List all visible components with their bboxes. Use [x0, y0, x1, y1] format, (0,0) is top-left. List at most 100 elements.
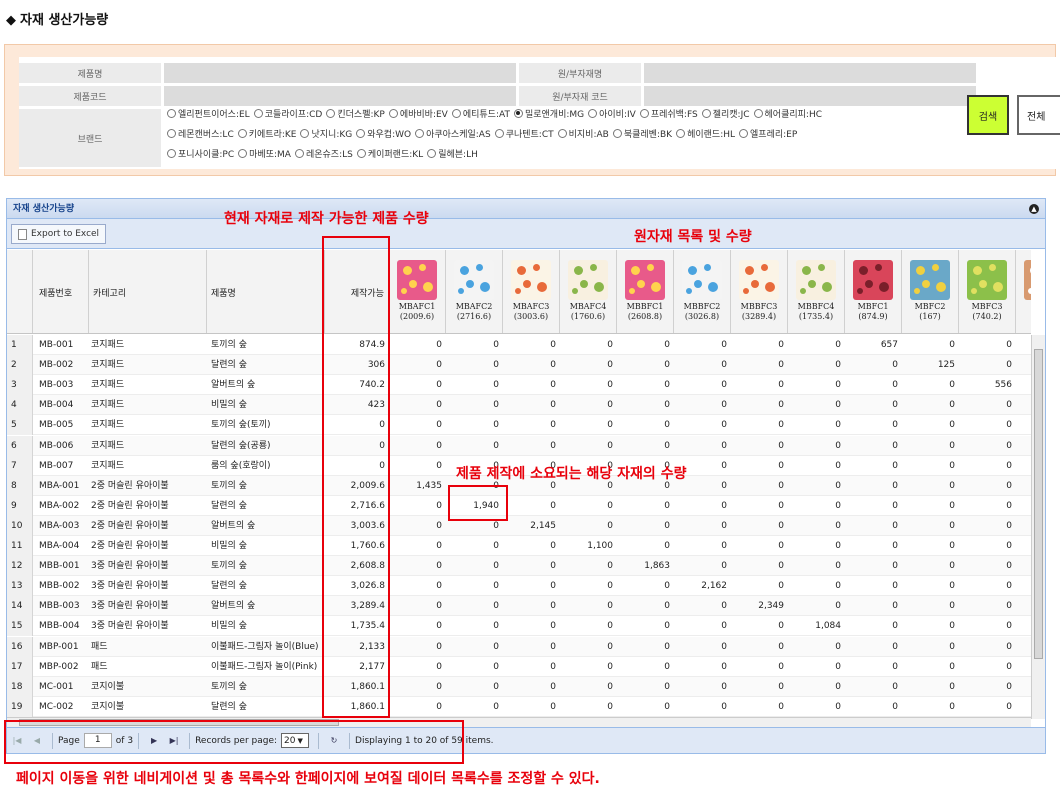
- radio-icon[interactable]: [701, 108, 711, 118]
- radio-icon[interactable]: [676, 128, 686, 138]
- table-row[interactable]: 16 MBP-001 패드 이불패드-그림자 놀이(Blue) 2,133 0 0 0 0 0 0 0…: [7, 637, 1031, 657]
- radio-icon[interactable]: [237, 128, 247, 138]
- collapse-icon[interactable]: ▲: [1029, 204, 1039, 214]
- radio-icon[interactable]: [415, 128, 425, 138]
- material-name-input[interactable]: [644, 63, 976, 83]
- column-header-material[interactable]: MBBFC3 (3289.4): [731, 250, 788, 333]
- export-excel-button[interactable]: Export to Excel: [11, 224, 107, 244]
- brand-radio-option[interactable]: 프레쉬백:FS: [639, 107, 698, 120]
- column-header-material[interactable]: MBFC1 (874.9): [845, 250, 902, 333]
- brand-radio-option[interactable]: 릴헤븐:LH: [427, 147, 478, 160]
- cell-material-qty: 0: [607, 662, 613, 672]
- table-row[interactable]: 3 MB-003 코지패드 알버트의 숲 740.2 0 0 0 0 0 0 0 0 0 0 556: [7, 375, 1031, 395]
- vertical-scroll-thumb[interactable]: [1034, 349, 1043, 659]
- radio-icon[interactable]: [253, 108, 263, 118]
- brand-radio-option[interactable]: 쿠나텐트:CT: [494, 127, 554, 140]
- brand-radio-option[interactable]: 레몬캔버스:LC: [167, 127, 234, 140]
- table-row[interactable]: 4 MB-004 코지패드 비밀의 숲 423 0 0 0 0 0 0 0 0 0 0 0: [7, 395, 1031, 415]
- radio-icon[interactable]: [639, 108, 649, 118]
- highlight-consume-cell: [448, 485, 508, 521]
- table-row[interactable]: 18 MC-001 코지이불 토끼의 숲 1,860.1 0 0 0 0 0 0 0 0 0 0 0: [7, 677, 1031, 697]
- brand-radio-option[interactable]: 에바비바:EV: [388, 107, 448, 120]
- table-row[interactable]: 9 MBA-002 2중 머슬린 유아이불 달련의 숲 2,716.6 0 1,940 0 0 0…: [7, 496, 1031, 516]
- vertical-scrollbar[interactable]: [1031, 335, 1045, 719]
- column-header-material[interactable]: MBAFC2 (2716.6): [446, 250, 503, 333]
- column-header-material[interactable]: MBAFC4 (1760.6): [560, 250, 617, 333]
- radio-icon[interactable]: [238, 148, 248, 158]
- table-row[interactable]: 5 MB-005 코지패드 토끼의 숲(토끼) 0 0 0 0 0 0 0 0 0 0 0 0: [7, 415, 1031, 435]
- table-row[interactable]: 15 MBB-004 3중 머슬린 유아이불 비밀의 숲 1,735.4 0 0 0 0 0 0 0 1…: [7, 616, 1031, 636]
- table-row[interactable]: 1 MB-001 코지패드 토끼의 숲 874.9 0 0 0 0 0 0 0 0 657 0 0: [7, 335, 1031, 355]
- radio-icon[interactable]: [388, 108, 398, 118]
- table-row[interactable]: 11 MBA-004 2중 머슬린 유아이불 비밀의 숲 1,760.6 0 0 0 1,100…: [7, 536, 1031, 556]
- brand-radio-option[interactable]: 헤어클리피:HC: [753, 107, 822, 120]
- column-header-material[interactable]: MBBFC4 (1735.4): [788, 250, 845, 333]
- radio-icon[interactable]: [326, 108, 336, 118]
- radio-icon[interactable]: [167, 108, 176, 118]
- radio-icon[interactable]: [753, 108, 763, 118]
- radio-icon[interactable]: [588, 108, 598, 118]
- column-header-category[interactable]: 카테고리: [89, 250, 207, 333]
- brand-radio-option[interactable]: 마베또:MA: [238, 147, 291, 160]
- brand-radio-option[interactable]: 킨더스펠:KP: [326, 107, 385, 120]
- table-row[interactable]: 14 MBB-003 3중 머슬린 유아이불 알버트의 숲 3,289.4 0 0 0 0 0 0 2…: [7, 596, 1031, 616]
- table-row[interactable]: 19 MC-002 코지이불 달련의 숲 1,860.1 0 0 0 0 0 0 0 0 0 0 0: [7, 697, 1031, 717]
- product-name-input[interactable]: [164, 63, 516, 83]
- column-header-material[interactable]: MBBFC1 (2608.8): [617, 250, 674, 333]
- cell-category: 3중 머슬린 유아이불: [91, 581, 169, 591]
- fabric-swatch-image: [682, 260, 722, 300]
- cell-material-qty: 0: [892, 380, 898, 390]
- cell-material-qty: 0: [949, 420, 955, 430]
- brand-radio-option[interactable]: 아쿠아스케일:AS: [415, 127, 491, 140]
- brand-radio-option[interactable]: 엘프레리:EP: [739, 127, 797, 140]
- brand-radio-option[interactable]: 키에트라:KE: [237, 127, 296, 140]
- fabric-swatch-image: [454, 260, 494, 300]
- radio-icon[interactable]: [356, 148, 366, 158]
- brand-radio-option[interactable]: 젤리캣:JC: [701, 107, 750, 120]
- table-row[interactable]: 6 MB-006 코지패드 달련의 숲(공룡) 0 0 0 0 0 0 0 0 0 0 0 0: [7, 436, 1031, 456]
- brand-radio-option[interactable]: 헤이랜드:HL: [676, 127, 735, 140]
- brand-radio-option[interactable]: 와우컵:WO: [356, 127, 411, 140]
- brand-radio-option[interactable]: 레온슈즈:LS: [294, 147, 353, 160]
- radio-icon[interactable]: [167, 128, 176, 138]
- radio-icon[interactable]: [167, 148, 176, 158]
- column-header-material[interactable]: MBFC3 (740.2): [959, 250, 1016, 333]
- column-header-material[interactable]: MBAFC1 (2009.6): [389, 250, 446, 333]
- column-header-material[interactable]: MBBFC2 (3026.8): [674, 250, 731, 333]
- cell-material-qty: 0: [721, 702, 727, 712]
- table-row[interactable]: 13 MBB-002 3중 머슬린 유아이불 달련의 숲 3,026.8 0 0 0 0 0 2,1…: [7, 576, 1031, 596]
- brand-radio-option[interactable]: 포니사이클:PC: [167, 147, 234, 160]
- radio-icon[interactable]: [739, 128, 749, 138]
- radio-icon[interactable]: [300, 128, 310, 138]
- brand-radio-option[interactable]: 낫지니:KG: [300, 127, 352, 140]
- column-header-product-name[interactable]: 제품명: [207, 250, 325, 333]
- brand-radio-option[interactable]: 밀로앤개비:MG: [513, 107, 584, 120]
- radio-icon[interactable]: [494, 128, 504, 138]
- brand-radio-option[interactable]: 북클레벤:BK: [612, 127, 672, 140]
- column-header-material[interactable]: MBAFC3 (3003.6): [503, 250, 560, 333]
- cell-material-qty: 0: [835, 561, 841, 571]
- search-button[interactable]: 검색: [967, 95, 1009, 135]
- show-all-button[interactable]: 전체: [1017, 95, 1060, 135]
- table-row[interactable]: 2 MB-002 코지패드 달련의 숲 306 0 0 0 0 0 0 0 0 0 125 0: [7, 355, 1031, 375]
- radio-icon[interactable]: [612, 128, 622, 138]
- radio-icon[interactable]: [427, 148, 437, 158]
- brand-radio-option[interactable]: 엘리펀트이어스:EL: [167, 107, 250, 120]
- column-header-material[interactable]: MBFC2 (167): [902, 250, 959, 333]
- table-row[interactable]: 12 MBB-001 3중 머슬린 유아이불 토끼의 숲 2,608.8 0 0 0 0 1,86…: [7, 556, 1031, 576]
- radio-icon[interactable]: [557, 128, 567, 138]
- column-header-material[interactable]: MBFC(423: [1016, 250, 1031, 333]
- cell-material-qty: 0: [835, 601, 841, 611]
- table-row[interactable]: 17 MBP-002 패드 이불패드-그림자 놀이(Pink) 2,177 0 0 0 0 0 0 0…: [7, 657, 1031, 677]
- brand-radio-option[interactable]: 코들라이프:CD: [253, 107, 322, 120]
- radio-icon[interactable]: [294, 148, 304, 158]
- brand-radio-option[interactable]: 케이퍼랜드:KL: [356, 147, 423, 160]
- radio-icon[interactable]: [451, 108, 461, 118]
- radio-icon[interactable]: [356, 128, 366, 138]
- brand-radio-option[interactable]: 비지비:AB: [557, 127, 609, 140]
- table-row[interactable]: 10 MBA-003 2중 머슬린 유아이불 알버트의 숲 3,003.6 0 0 2,145…: [7, 516, 1031, 536]
- brand-radio-option[interactable]: 아이비:IV: [588, 107, 636, 120]
- radio-icon[interactable]: [513, 108, 523, 118]
- brand-radio-option[interactable]: 에티튜드:AT: [451, 107, 510, 120]
- column-header-product-no[interactable]: 제품번호: [33, 250, 89, 333]
